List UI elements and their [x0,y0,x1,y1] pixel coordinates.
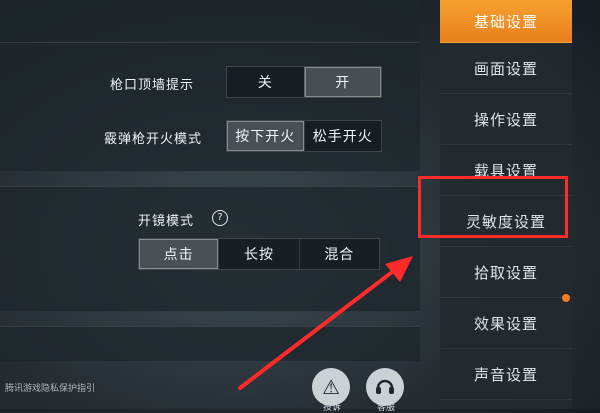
sidebar-item-pickup[interactable]: 拾取设置 [440,247,572,298]
sidebar-item-controls[interactable]: 操作设置 [440,94,572,145]
sidebar-item-effects[interactable]: 效果设置 [440,298,572,349]
sidebar-item-graphics[interactable]: 画面设置 [440,43,572,94]
sidebar-item-basic[interactable]: 基础设置 [440,0,572,43]
sensitivity-highlight-box [418,176,568,238]
notification-dot [562,294,570,302]
sidebar-item-sound[interactable]: 声音设置 [440,349,572,400]
